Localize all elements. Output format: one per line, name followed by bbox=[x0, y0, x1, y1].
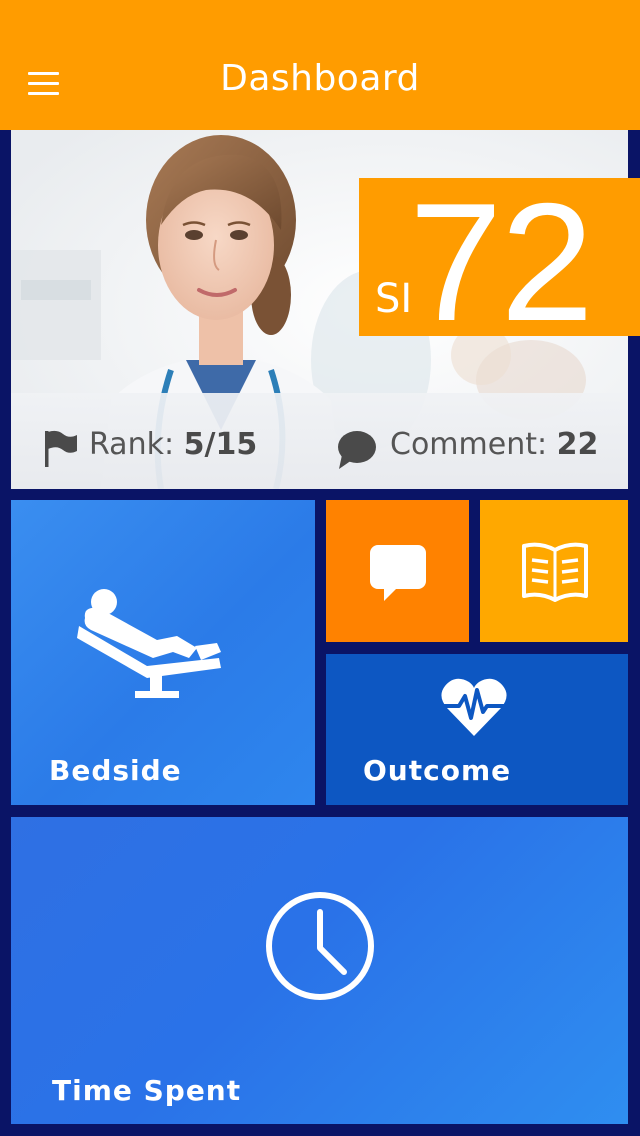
si-score-badge: SI 72 bbox=[359, 168, 640, 356]
stats-bar: Rank: 5/15 Comment: 22 bbox=[11, 393, 628, 489]
chat-tile[interactable] bbox=[326, 500, 469, 642]
app-header: Dashboard bbox=[0, 0, 640, 130]
rank-stat: Rank: 5/15 bbox=[89, 427, 257, 462]
score-value: 72 bbox=[409, 168, 594, 356]
patient-bed-icon bbox=[77, 589, 221, 698]
speech-bubble-icon bbox=[338, 431, 376, 469]
open-book-icon bbox=[522, 542, 588, 602]
time-spent-label: Time Spent bbox=[52, 1074, 242, 1107]
rank-value: 5/15 bbox=[183, 427, 258, 462]
comment-stat: Comment: 22 bbox=[390, 427, 598, 462]
comment-value: 22 bbox=[556, 427, 599, 462]
rank-label: Rank: bbox=[89, 427, 175, 462]
heart-pulse-icon bbox=[441, 678, 507, 736]
chat-bubble-icon bbox=[370, 545, 426, 601]
comment-label: Comment: bbox=[390, 427, 548, 462]
bedside-label: Bedside bbox=[49, 754, 182, 787]
clock-icon bbox=[266, 892, 374, 1000]
time-spent-tile[interactable]: Time Spent bbox=[11, 817, 628, 1124]
score-prefix: SI bbox=[375, 276, 413, 322]
bedside-tile[interactable]: Bedside bbox=[11, 500, 315, 805]
page-title: Dashboard bbox=[220, 58, 420, 99]
book-tile[interactable] bbox=[480, 500, 628, 642]
flag-icon bbox=[45, 430, 77, 467]
outcome-label: Outcome bbox=[363, 754, 512, 787]
outcome-tile[interactable]: Outcome bbox=[326, 654, 628, 805]
